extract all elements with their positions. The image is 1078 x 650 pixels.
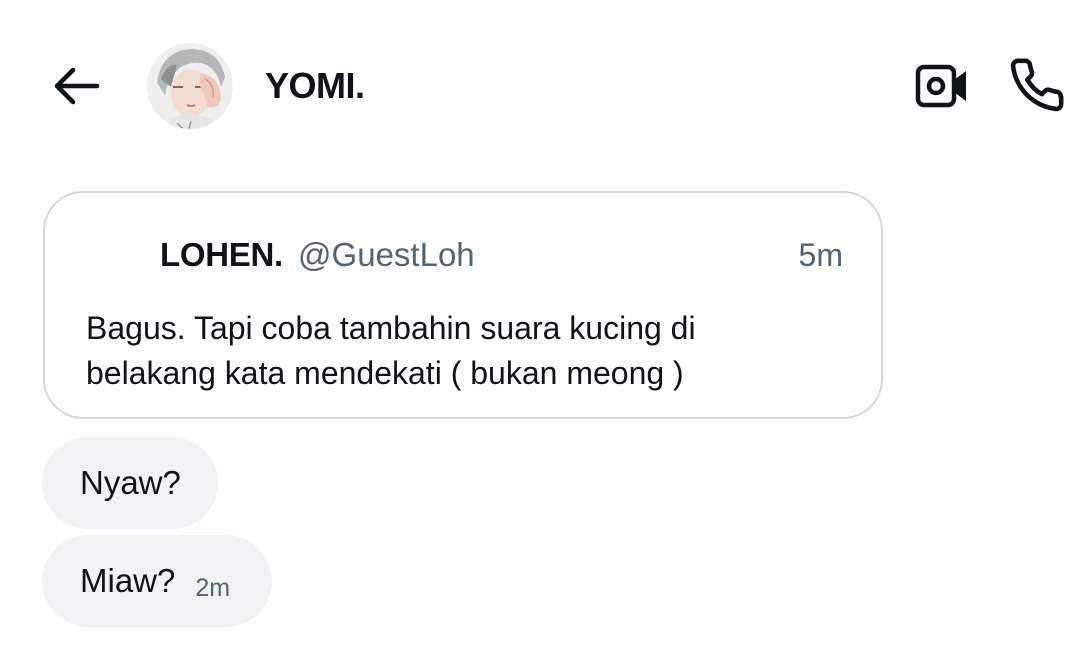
- phone-icon: [1010, 58, 1064, 112]
- avatar-image: [147, 43, 233, 129]
- message-bubble[interactable]: Nyaw?: [42, 437, 218, 529]
- video-camera-icon: [915, 64, 966, 108]
- message-text: Nyaw?: [80, 464, 181, 501]
- quote-author-handle: @GuestLoh: [298, 236, 475, 273]
- quoted-message-card[interactable]: LOHEN. @GuestLoh 5m Bagus. Tapi coba tam…: [43, 191, 883, 419]
- voice-call-button[interactable]: [1004, 53, 1070, 117]
- video-call-button[interactable]: [910, 58, 974, 114]
- quote-avatar: [105, 249, 139, 283]
- quote-author-name: LOHEN.: [160, 236, 283, 273]
- dm-conversation-screen: YOMI. LOHEN. @GuestLoh 5m Bagus. Tapi co…: [0, 0, 1078, 650]
- quote-header: LOHEN. @GuestLoh: [160, 235, 475, 275]
- quote-timestamp: 5m: [798, 237, 843, 273]
- quote-text: Bagus. Tapi coba tambahin suara kucing d…: [86, 310, 696, 391]
- message-timestamp: 2m: [195, 574, 231, 602]
- back-button[interactable]: [44, 60, 108, 112]
- chat-title[interactable]: YOMI.: [265, 66, 365, 106]
- arrow-left-icon: [54, 67, 100, 105]
- avatar[interactable]: [147, 43, 233, 129]
- message-text: Miaw?: [80, 562, 176, 599]
- message-bubble[interactable]: Miaw? 2m: [42, 535, 272, 627]
